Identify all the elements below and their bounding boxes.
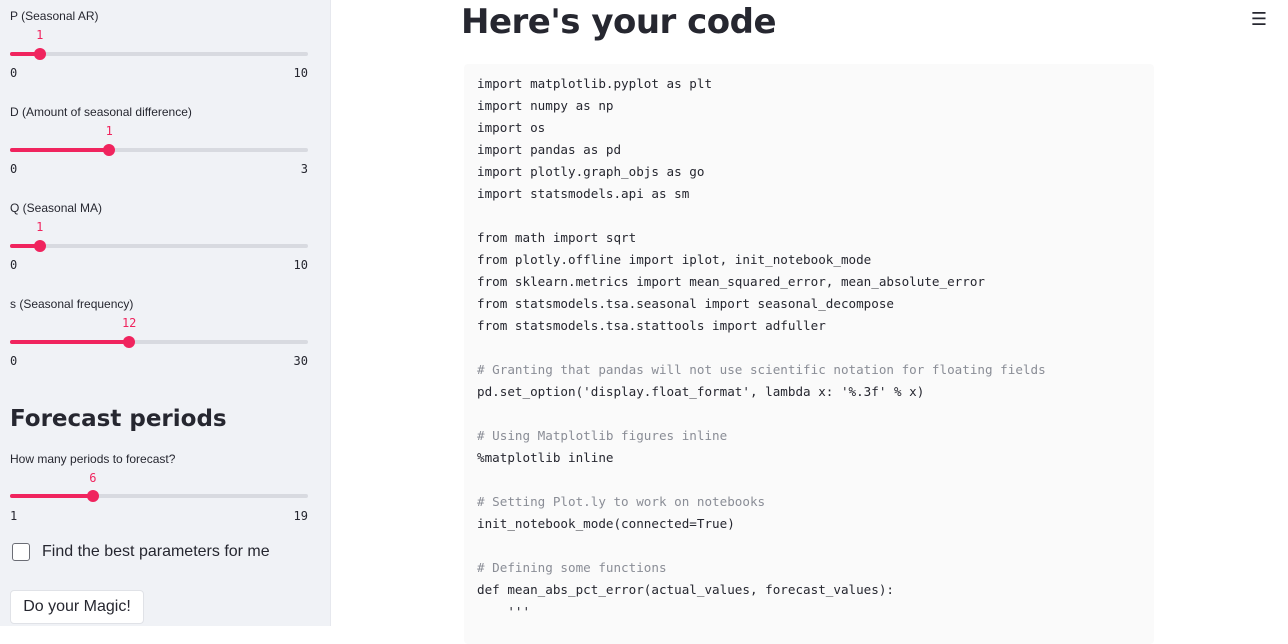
code-line: # Setting Plot.ly to work on notebooks <box>477 494 766 509</box>
code-line: from plotly.offline import iplot, init_n… <box>477 252 872 267</box>
code-line: from statsmodels.tsa.stattools import ad… <box>477 318 826 333</box>
code-line: %matplotlib inline <box>477 450 614 465</box>
slider-fill <box>10 148 110 152</box>
slider-track[interactable] <box>10 48 308 60</box>
forecast-periods-heading: Forecast periods <box>10 406 227 432</box>
code-line: pd.set_option('display.float_format', la… <box>477 384 925 399</box>
code-line: import plotly.graph_objs as go <box>477 164 705 179</box>
slider-label: D (Amount of seasonal difference) <box>10 105 192 119</box>
slider-fill <box>10 340 130 344</box>
slider-label: P (Seasonal AR) <box>10 9 99 23</box>
best-parameters-checkbox[interactable] <box>12 543 30 561</box>
slider-seasonal-ar: P (Seasonal AR) 1 0 10 <box>10 9 308 99</box>
best-parameters-label: Find the best parameters for me <box>42 543 270 560</box>
slider-fill <box>10 494 93 498</box>
slider-forecast-periods: How many periods to forecast? 6 1 19 <box>10 452 308 542</box>
slider-track[interactable] <box>10 490 308 502</box>
code-line: import matplotlib.pyplot as plt <box>477 76 713 91</box>
best-parameters-checkbox-row[interactable]: Find the best parameters for me <box>12 543 270 561</box>
code-line: # Granting that pandas will not use scie… <box>477 362 1046 377</box>
main-content: Here's your code ☰ import matplotlib.pyp… <box>331 0 1288 644</box>
sidebar: P (Seasonal AR) 1 0 10 D (Amount of seas… <box>0 0 331 626</box>
slider-min: 0 <box>10 258 18 272</box>
slider-max: 3 <box>300 162 308 176</box>
code-line: init_notebook_mode(connected=True) <box>477 516 735 531</box>
slider-track[interactable] <box>10 336 308 348</box>
slider-value: 1 <box>36 220 44 234</box>
slider-thumb[interactable] <box>103 144 116 156</box>
slider-thumb[interactable] <box>33 48 46 60</box>
hamburger-menu-icon[interactable]: ☰ <box>1250 10 1268 28</box>
slider-thumb[interactable] <box>33 240 46 252</box>
code-line: import os <box>477 120 546 135</box>
slider-min: 0 <box>10 66 18 80</box>
slider-track[interactable] <box>10 240 308 252</box>
slider-max: 10 <box>293 66 308 80</box>
code-line: import numpy as np <box>477 98 614 113</box>
slider-thumb[interactable] <box>123 336 136 348</box>
slider-track[interactable] <box>10 144 308 156</box>
slider-max: 19 <box>293 509 308 523</box>
code-line: ''' <box>477 604 531 619</box>
slider-thumb[interactable] <box>86 490 99 502</box>
slider-seasonal-frequency: s (Seasonal frequency) 12 0 30 <box>10 297 308 387</box>
slider-seasonal-ma: Q (Seasonal MA) 1 0 10 <box>10 201 308 291</box>
slider-value: 12 <box>121 316 137 330</box>
slider-min: 0 <box>10 354 18 368</box>
slider-seasonal-difference: D (Amount of seasonal difference) 1 0 3 <box>10 105 308 195</box>
code-line: # Defining some functions <box>477 560 667 575</box>
slider-label: s (Seasonal frequency) <box>10 297 134 311</box>
code-line: # Using Matplotlib figures inline <box>477 428 728 443</box>
slider-label: Q (Seasonal MA) <box>10 201 103 215</box>
slider-min: 0 <box>10 162 18 176</box>
slider-min: 1 <box>10 509 18 523</box>
slider-value: 6 <box>89 471 97 485</box>
slider-value: 1 <box>36 28 44 42</box>
code-line: def mean_abs_pct_error(actual_values, fo… <box>477 582 895 597</box>
slider-value: 1 <box>105 124 113 138</box>
code-line: from math import sqrt <box>477 230 637 245</box>
slider-max: 30 <box>293 354 308 368</box>
do-your-magic-button[interactable]: Do your Magic! <box>10 590 144 624</box>
slider-label: How many periods to forecast? <box>10 452 176 466</box>
code-block: import matplotlib.pyplot as plt import nu… <box>464 64 1154 644</box>
code-line: from statsmodels.tsa.seasonal import sea… <box>477 296 895 311</box>
code-line: from sklearn.metrics import mean_squared… <box>477 274 985 289</box>
slider-max: 10 <box>293 258 308 272</box>
code-line: import statsmodels.api as sm <box>477 186 690 201</box>
page-title: Here's your code <box>461 2 777 42</box>
code-line: import pandas as pd <box>477 142 622 157</box>
